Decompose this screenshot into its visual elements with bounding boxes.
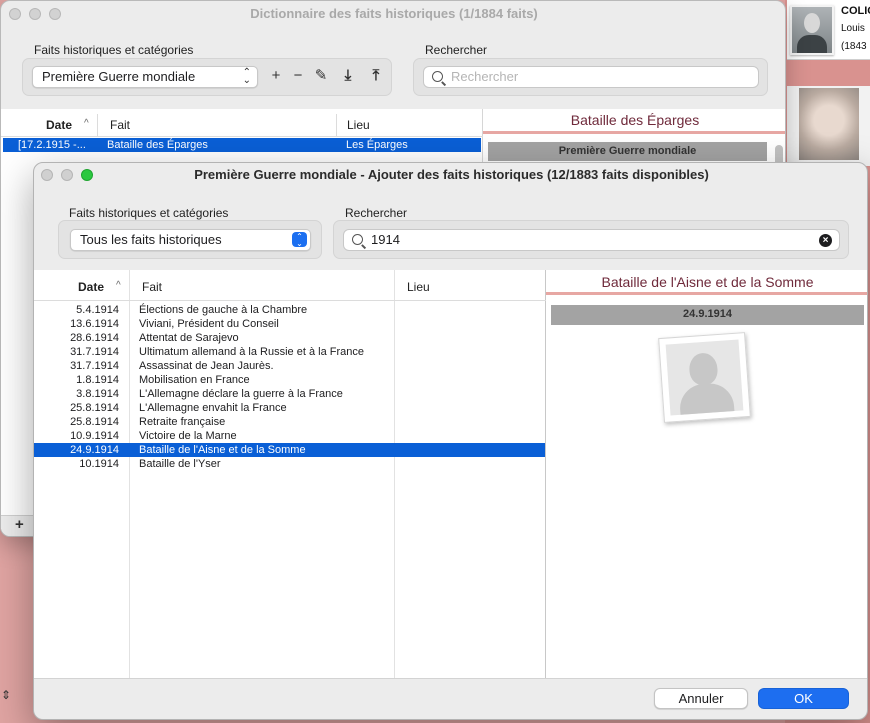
detail-date-bar: 24.9.1914 — [551, 305, 864, 325]
ok-button[interactable]: OK — [758, 688, 849, 709]
remove-icon[interactable]: − — [289, 67, 307, 85]
row-fait: Victoire de la Marne — [139, 430, 237, 442]
fact-detail-panel: Bataille de l'Aisne et de la Somme 24.9.… — [546, 270, 867, 678]
table-row[interactable]: 1.8.1914 Mobilisation en France — [34, 373, 545, 387]
column-header-date[interactable]: Date — [46, 118, 72, 132]
table-row[interactable]: 28.6.1914 Attentat de Sarajevo — [34, 331, 545, 345]
header-divider — [1, 136, 483, 137]
available-facts-table: Date ^ Fait Lieu 5.4.1914 Élections de ga… — [34, 270, 546, 678]
person-year: (1843 — [841, 41, 867, 52]
column-divider — [97, 114, 98, 136]
column-header-date[interactable]: Date — [78, 280, 104, 294]
person-placeholder-icon — [665, 339, 744, 416]
table-row[interactable]: 10.1914 Bataille de l'Yser — [34, 457, 545, 471]
person-name: COLIG — [841, 5, 870, 17]
table-row[interactable]: 25.8.1914 Retraite française — [34, 415, 545, 429]
add-fact-icon[interactable]: + — [15, 516, 24, 533]
row-fait: L'Allemagne déclare la guerre à la Franc… — [139, 388, 343, 400]
search-icon — [352, 234, 363, 245]
row-date: 31.7.1914 — [70, 346, 119, 358]
detail-category-bar: Première Guerre mondiale — [488, 142, 767, 161]
table-row[interactable]: 3.8.1914 L'Allemagne déclare la guerre à … — [34, 387, 545, 401]
row-date: [17.2.1915 -... — [18, 139, 86, 151]
category-popup-value: Première Guerre mondiale — [42, 69, 196, 84]
sort-ascending-icon: ^ — [116, 280, 121, 291]
search-icon — [432, 71, 443, 82]
add-facts-dialog: Première Guerre mondiale - Ajouter des f… — [33, 162, 868, 720]
table-row-selected[interactable]: 24.9.1914 Bataille de l'Aisne et de la So… — [34, 443, 545, 457]
row-fait: Viviani, Président du Conseil — [139, 318, 279, 330]
search-input[interactable]: Rechercher — [423, 66, 759, 88]
search-value: 1914 — [371, 232, 400, 247]
sort-ascending-icon: ^ — [84, 118, 89, 129]
column-divider — [336, 114, 337, 136]
category-popup-value: Tous les faits historiques — [80, 232, 222, 247]
row-fait: Attentat de Sarajevo — [139, 332, 239, 344]
row-date: 28.6.1914 — [70, 332, 119, 344]
table-row[interactable]: 13.6.1914 Viviani, Président du Conseil — [34, 317, 545, 331]
category-label: Faits historiques et catégories — [69, 206, 229, 220]
import-icon[interactable]: ⤓ — [339, 67, 357, 85]
row-fait: Assassinat de Jean Jaurès. — [139, 360, 274, 372]
column-header-fait[interactable]: Fait — [142, 280, 162, 294]
table-row[interactable]: 10.9.1914 Victoire de la Marne — [34, 429, 545, 443]
row-fait: Retraite française — [139, 416, 226, 428]
row-date: 10.9.1914 — [70, 430, 119, 442]
detail-title: Bataille de l'Aisne et de la Somme — [601, 274, 814, 290]
chevron-updown-icon: ⌃ ⌄ — [292, 232, 307, 248]
column-header-fait[interactable]: Fait — [110, 118, 130, 132]
window-title: Dictionnaire des faits historiques (1/18… — [250, 6, 538, 21]
export-icon[interactable]: ⤒ — [367, 67, 385, 85]
person-photo — [790, 5, 834, 55]
footer-divider — [34, 678, 867, 679]
row-fait: Élections de gauche à la Chambre — [139, 304, 308, 316]
detail-title-rule — [546, 292, 867, 295]
chevron-updown-icon: ⌃ ⌄ — [242, 67, 251, 86]
table-row[interactable]: 31.7.1914 Assassinat de Jean Jaurès. — [34, 359, 545, 373]
column-header-lieu[interactable]: Lieu — [347, 118, 370, 132]
column-header-lieu[interactable]: Lieu — [407, 280, 430, 294]
pencil-icon[interactable]: ✎ — [312, 67, 330, 85]
row-fait: Mobilisation en France — [139, 374, 250, 386]
row-date: 25.8.1914 — [70, 416, 119, 428]
header-divider — [34, 300, 546, 301]
search-label: Rechercher — [345, 206, 408, 220]
row-date: 1.8.1914 — [76, 374, 119, 386]
cancel-button[interactable]: Annuler — [654, 688, 748, 709]
category-popup[interactable]: Première Guerre mondiale ⌃ ⌄ — [32, 66, 258, 88]
person-photo-2 — [799, 88, 859, 160]
person-first-name: Louis — [841, 23, 865, 34]
detail-title-rule — [483, 131, 785, 134]
table-row[interactable]: 5.4.1914 Élections de gauche à la Chambre — [34, 303, 545, 317]
row-date: 5.4.1914 — [76, 304, 119, 316]
category-popup[interactable]: Tous les faits historiques ⌃ ⌄ — [70, 229, 311, 251]
row-fait: Ultimatum allemand à la Russie et à la F… — [139, 346, 364, 358]
table-row-selected[interactable]: [17.2.1915 -... Bataille des Éparges Les… — [3, 138, 481, 152]
add-icon[interactable]: + — [267, 67, 285, 85]
row-fait: L'Allemagne envahit la France — [139, 402, 287, 414]
search-placeholder: Rechercher — [451, 69, 519, 84]
row-date: 13.6.1914 — [70, 318, 119, 330]
row-fait: Bataille des Éparges — [107, 139, 208, 151]
category-label: Faits historiques et catégories — [34, 43, 194, 57]
table-row[interactable]: 25.8.1914 L'Allemagne envahit la France — [34, 401, 545, 415]
search-input[interactable]: 1914 × — [343, 229, 840, 251]
stepper-icon[interactable]: ⇕ — [1, 688, 11, 702]
row-fait: Bataille de l'Yser — [139, 458, 221, 470]
row-date: 31.7.1914 — [70, 360, 119, 372]
row-date: 10.1914 — [79, 458, 119, 470]
row-date: 25.8.1914 — [70, 402, 119, 414]
row-fait: Bataille de l'Aisne et de la Somme — [139, 444, 306, 456]
dialog-title: Première Guerre mondiale - Ajouter des f… — [194, 167, 709, 182]
detail-title: Bataille des Éparges — [570, 112, 700, 128]
fact-photo-placeholder[interactable] — [658, 332, 751, 423]
table-row[interactable]: 31.7.1914 Ultimatum allemand à la Russie … — [34, 345, 545, 359]
row-date: 3.8.1914 — [76, 388, 119, 400]
row-lieu: Les Éparges — [346, 139, 408, 151]
clear-search-icon[interactable]: × — [819, 234, 832, 247]
row-date: 24.9.1914 — [70, 444, 119, 456]
search-label: Rechercher — [425, 43, 488, 57]
